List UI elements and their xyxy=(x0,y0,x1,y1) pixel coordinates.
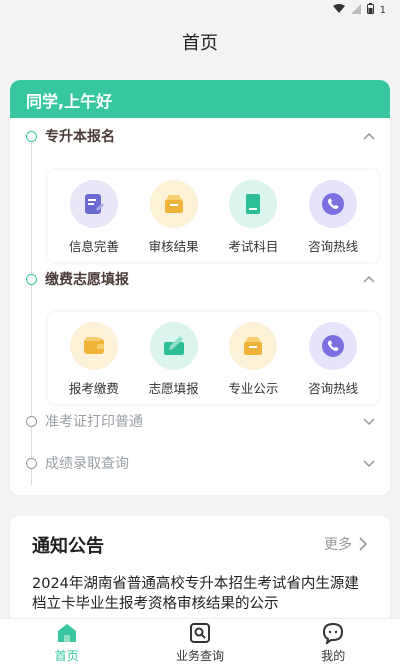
wallet-icon xyxy=(69,322,118,370)
section-title: 专升本报名 xyxy=(45,129,115,145)
grid-item-label: 审核结果 xyxy=(148,239,199,254)
main-card: 同学,上午好 专升本报名 信息完善 审核结果 考试科目 咨询热线 缴费志愿填报 … xyxy=(10,80,390,495)
home-icon xyxy=(57,623,76,642)
notice-item[interactable]: 2024年湖南省普通高校专升本招生考试省内生源建档立卡毕业生报考资格审核结果的公… xyxy=(32,574,372,614)
grid-item-hotline[interactable]: 咨询热线 xyxy=(295,318,371,398)
timeline-dot xyxy=(26,415,37,427)
grid-item-payment[interactable]: 报考缴费 xyxy=(56,318,132,398)
grid-item-label: 信息完善 xyxy=(68,239,119,254)
section-header-score-query[interactable]: 成绩录取查询 xyxy=(10,450,390,476)
chevron-down-icon[interactable] xyxy=(362,414,376,428)
tab-label: 我的 xyxy=(321,648,346,663)
status-bar: 1 xyxy=(0,0,400,20)
chevron-right-icon xyxy=(359,537,368,551)
timeline-dot xyxy=(26,273,37,285)
battery-icon xyxy=(366,3,374,17)
grid-item-label: 专业公示 xyxy=(228,381,279,396)
grid-item-label: 考试科目 xyxy=(228,239,279,254)
grid-item-preference[interactable]: 志愿填报 xyxy=(136,318,212,398)
grid-item-review-result[interactable]: 审核结果 xyxy=(136,176,212,256)
more-link[interactable]: 更多 xyxy=(324,534,368,554)
section-header-admission-ticket[interactable]: 准考证打印普通 xyxy=(10,408,390,434)
payment-grid: 报考缴费 志愿填报 专业公示 咨询热线 xyxy=(48,312,379,404)
battery-level: 1 xyxy=(379,4,386,16)
timeline-dot xyxy=(26,457,37,469)
grid-item-major-notice[interactable]: 专业公示 xyxy=(215,318,291,398)
notice-title: 通知公告 xyxy=(32,536,104,557)
section-title: 准考证打印普通 xyxy=(45,414,143,430)
form-icon xyxy=(149,322,198,370)
tab-business-query[interactable]: 业务查询 xyxy=(140,619,260,666)
page-title: 首页 xyxy=(182,33,218,54)
tab-label: 业务查询 xyxy=(175,648,224,663)
more-label: 更多 xyxy=(324,537,352,553)
box-icon xyxy=(229,322,278,370)
search-icon xyxy=(189,622,210,643)
wifi-icon xyxy=(332,3,345,17)
greeting-banner: 同学,上午好 xyxy=(10,80,390,118)
timeline-dot xyxy=(26,130,37,142)
edit-icon xyxy=(69,180,118,228)
grid-item-label: 志愿填报 xyxy=(148,381,199,396)
tab-profile[interactable]: 我的 xyxy=(273,619,393,666)
section-header-enrollment[interactable]: 专升本报名 xyxy=(10,123,390,149)
bottom-tab-bar: 首页 业务查询 我的 xyxy=(0,618,400,666)
chevron-down-icon[interactable] xyxy=(362,456,376,470)
grid-item-label: 咨询热线 xyxy=(308,381,359,396)
section-title: 成绩录取查询 xyxy=(45,456,129,472)
section-header-payment[interactable]: 缴费志愿填报 xyxy=(10,266,390,292)
grid-item-label: 报考缴费 xyxy=(68,381,119,396)
phone-icon xyxy=(309,322,358,370)
tab-home[interactable]: 首页 xyxy=(7,619,127,666)
greeting-text: 同学,上午好 xyxy=(26,92,113,111)
box-icon xyxy=(149,180,198,228)
grid-item-hotline[interactable]: 咨询热线 xyxy=(295,176,371,256)
book-icon xyxy=(229,180,278,228)
grid-item-label: 咨询热线 xyxy=(308,239,359,254)
chevron-up-icon[interactable] xyxy=(362,129,376,143)
phone-icon xyxy=(309,180,358,228)
tab-label: 首页 xyxy=(54,648,79,663)
grid-item-info-complete[interactable]: 信息完善 xyxy=(56,176,132,256)
grid-item-exam-subjects[interactable]: 考试科目 xyxy=(215,176,291,256)
chat-icon xyxy=(323,622,344,644)
chevron-up-icon[interactable] xyxy=(362,272,376,286)
section-title: 缴费志愿填报 xyxy=(45,272,129,288)
signal-icon xyxy=(350,3,361,17)
enrollment-grid: 信息完善 审核结果 考试科目 咨询热线 xyxy=(48,170,379,262)
